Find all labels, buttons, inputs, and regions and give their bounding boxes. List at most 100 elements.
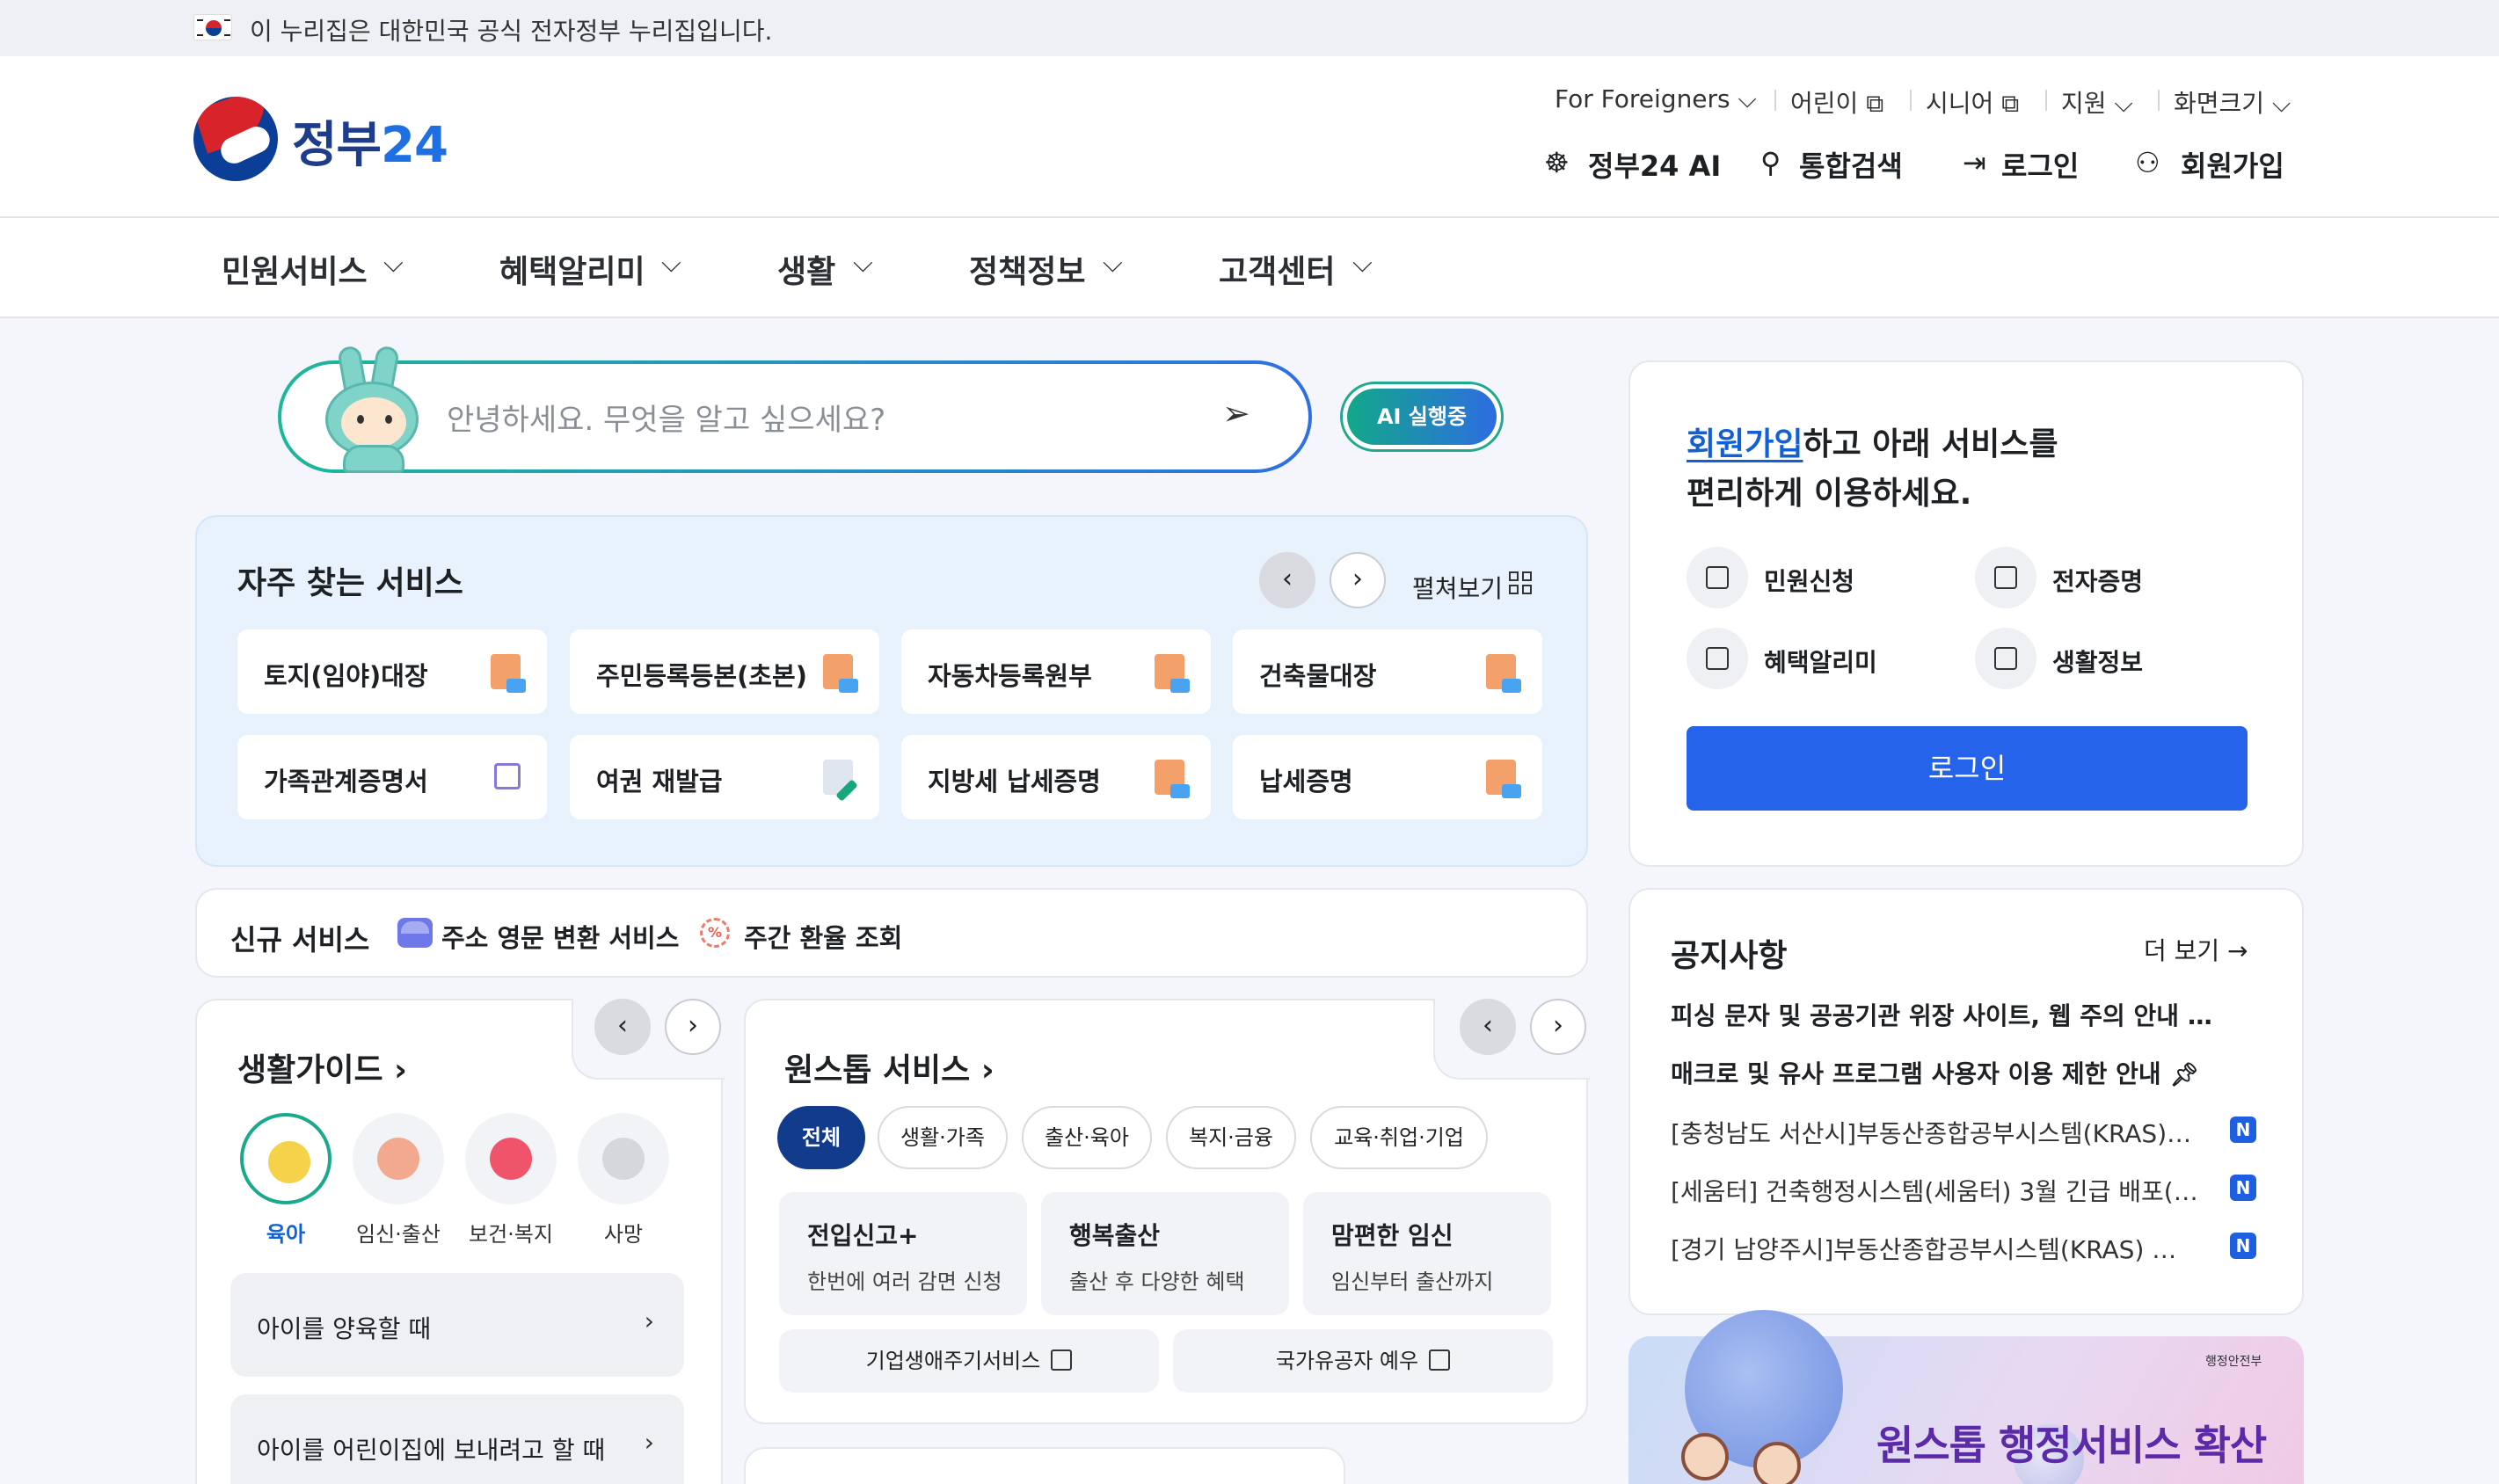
heart-icon [490, 1138, 532, 1180]
bottom-card [744, 1447, 1345, 1484]
guide-row[interactable]: 아이를 어린이집에 보내려고 할 때 › [230, 1394, 684, 1484]
chevron-right-icon: › [644, 1306, 654, 1335]
new-service-link-address[interactable]: 주소 영문 변환 서비스 [441, 918, 679, 955]
life-guide-title[interactable]: 생활가이드 › [237, 1044, 407, 1090]
chevron-right-icon: › [980, 1052, 994, 1088]
chip-welfare-finance[interactable]: 복지·금융 [1166, 1106, 1296, 1169]
service-card[interactable]: 자동차등록원부 [901, 629, 1211, 714]
gov-banner: 이 누리집은 대한민국 공식 전자정부 누리집입니다. [0, 0, 2499, 56]
onestop-card[interactable]: 전입신고+ 한번에 여러 감면 신청 [779, 1192, 1027, 1315]
header-signup-button[interactable]: 회원가입 [2181, 144, 2284, 185]
notice-more-link[interactable]: 더 보기 → [2144, 932, 2248, 967]
onestop-card[interactable]: 맘편한 임신 임신부터 출산까지 [1303, 1192, 1551, 1315]
chevron-down-icon[interactable]: ⌵ [853, 248, 873, 279]
new-badge: N [2230, 1233, 2256, 1259]
nav-item-life[interactable]: 생활 [777, 246, 835, 292]
signup-link[interactable]: 회원가입 [1687, 426, 1803, 462]
send-icon[interactable]: ➢ [1222, 394, 1250, 433]
person-illustration-icon [1753, 1442, 1801, 1484]
notice-item[interactable]: 매크로 및 유사 프로그램 사용자 이용 제한 안내 📌︎ [1671, 1055, 2216, 1090]
next-arrow-icon[interactable]: › [1330, 552, 1386, 608]
nav-item-customer-center[interactable]: 고객센터 [1219, 246, 1335, 292]
promo-org-label: 행정안전부 [2205, 1355, 2262, 1369]
id-badge-icon[interactable] [1975, 547, 2036, 608]
nav-item-policy[interactable]: 정책정보 [969, 246, 1085, 292]
util-link-screen-size[interactable]: 화면크기 ⌵ [2174, 84, 2291, 120]
onestop-title[interactable]: 원스톱 서비스 › [784, 1044, 994, 1090]
category-death[interactable]: 사망 [575, 1113, 672, 1248]
chevron-down-icon[interactable]: ⌵ [383, 248, 404, 279]
pdf-doc-icon [1155, 654, 1190, 693]
login-icon[interactable]: ⇥ [1963, 146, 1986, 179]
prev-arrow-icon[interactable]: ‹ [1460, 999, 1516, 1055]
person-illustration-icon [1681, 1433, 1729, 1480]
document-mail-icon[interactable] [1687, 547, 1748, 608]
expand-all-button[interactable]: 펼쳐보기 [1412, 570, 1503, 605]
service-card[interactable]: 여권 재발급 [570, 735, 879, 819]
chip-all[interactable]: 전체 [777, 1106, 865, 1169]
gov-banner-text: 이 누리집은 대한민국 공식 전자정부 누리집입니다. [250, 17, 773, 46]
login-button[interactable]: 로그인 [1687, 726, 2248, 811]
envelope-icon [397, 918, 433, 948]
integrated-search-button[interactable]: 통합검색 [1799, 144, 1903, 185]
pin-icon: 📌︎ [2169, 1062, 2199, 1088]
prev-arrow-icon[interactable]: ‹ [594, 999, 651, 1055]
service-card[interactable]: 토지(임야)대장 [237, 629, 547, 714]
util-link-senior[interactable]: 시니어 ⧉ [1926, 84, 2019, 120]
category-health-welfare[interactable]: 보건·복지 [463, 1113, 559, 1248]
new-services-title: 신규 서비스 [230, 923, 370, 957]
service-card[interactable]: 납세증명 [1233, 735, 1542, 819]
bookmark-icon[interactable] [1975, 628, 2036, 689]
user-add-icon[interactable]: ⚇ [2135, 146, 2160, 179]
category-childcare[interactable]: 육아 [237, 1113, 334, 1248]
gov24-ai-button[interactable]: 정부24 AI [1588, 144, 1721, 185]
service-card[interactable]: 가족관계증명서 [237, 735, 547, 819]
next-arrow-icon[interactable]: › [1530, 999, 1586, 1055]
new-badge: N [2230, 1175, 2256, 1201]
quick-civil-apply[interactable]: 민원신청 [1764, 563, 1854, 598]
nav-item-benefits[interactable]: 혜택알리미 [499, 246, 645, 292]
chevron-down-icon[interactable]: ⌵ [1352, 248, 1373, 279]
notice-item[interactable]: [세움터] 건축행정시스템(세움터) 3월 긴급 배포(서비스 중단) 안내 [1671, 1173, 2198, 1208]
notice-item[interactable]: [충청남도 서산시]부동산종합공부시스템(KRAS) 서비스 중지 안내 [1671, 1115, 2198, 1150]
gov24-logo-text[interactable]: 정부24 [292, 105, 448, 177]
util-link-support[interactable]: 지원 ⌵ [2061, 84, 2133, 120]
util-link-foreigners[interactable]: For Foreigners ⌵ [1555, 84, 1757, 114]
nav-item-civil-service[interactable]: 민원서비스 [222, 246, 368, 292]
chevron-down-icon[interactable]: ⌵ [661, 248, 681, 279]
service-card[interactable]: 주민등록등본(초본) [570, 629, 879, 714]
service-card[interactable]: 건축물대장 [1233, 629, 1542, 714]
onestop-link-business-lifecycle[interactable]: 기업생애주기서비스 [779, 1329, 1159, 1393]
quick-life-info[interactable]: 생활정보 [2052, 644, 2143, 679]
gov24-logo-icon[interactable] [193, 97, 278, 181]
ai-bot-icon[interactable]: ☸ [1544, 146, 1570, 179]
quick-e-certificate[interactable]: 전자증명 [2052, 563, 2143, 598]
category-pregnancy[interactable]: 임신·출산 [350, 1113, 447, 1248]
ai-search-input[interactable]: 안녕하세요. 무엇을 알고 싶으세요? [447, 396, 885, 439]
grid-icon[interactable] [1509, 571, 1534, 596]
edit-doc-icon [823, 760, 853, 795]
new-badge: N [2230, 1117, 2256, 1143]
onestop-link-veterans[interactable]: 국가유공자 예우 [1173, 1329, 1553, 1393]
ai-running-button[interactable]: AI 실행중 [1340, 382, 1504, 452]
notice-item[interactable]: [경기 남양주시]부동산종합공부시스템(KRAS) 서비스 중지 안내 [1671, 1231, 2198, 1266]
header-login-button[interactable]: 로그인 [2001, 144, 2079, 185]
frequent-services-title: 자주 찾는 서비스 [237, 565, 463, 601]
service-card[interactable]: 지방세 납세증명 [901, 735, 1211, 819]
chip-birth-childcare[interactable]: 출산·육아 [1022, 1106, 1152, 1169]
guide-row[interactable]: 아이를 양육할 때 › [230, 1273, 684, 1377]
gift-icon[interactable] [1687, 628, 1748, 689]
quick-benefits[interactable]: 혜택알리미 [1764, 644, 1877, 679]
search-icon[interactable]: ⚲ [1760, 146, 1781, 179]
arrow-right-icon: → [2227, 936, 2248, 965]
next-arrow-icon[interactable]: › [665, 999, 721, 1055]
onestop-card[interactable]: 행복출산 출산 후 다양한 혜택 [1041, 1192, 1289, 1315]
util-link-children[interactable]: 어린이 ⧉ [1790, 84, 1883, 120]
chip-life-family[interactable]: 생활·가족 [878, 1106, 1008, 1169]
prev-arrow-icon[interactable]: ‹ [1259, 552, 1315, 608]
notice-item[interactable]: 피싱 문자 및 공공기관 위장 사이트, 웹 주의 안내 📌︎ [1671, 997, 2216, 1032]
new-service-link-exchange[interactable]: 주간 환율 조회 [744, 918, 902, 955]
chevron-down-icon[interactable]: ⌵ [1103, 248, 1123, 279]
pdf-doc-icon [491, 654, 526, 693]
chip-education-job[interactable]: 교육·취업·기업 [1310, 1106, 1488, 1169]
